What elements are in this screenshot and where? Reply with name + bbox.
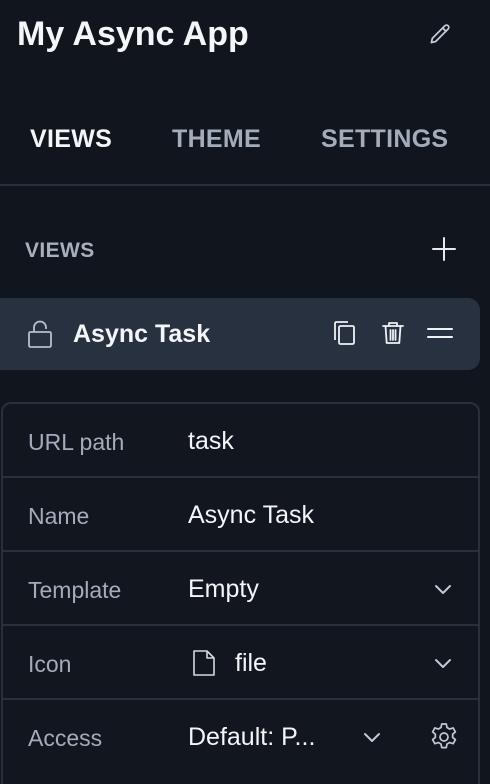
- views-section-header: VIEWS: [0, 228, 490, 272]
- url-path-field[interactable]: task: [188, 426, 234, 456]
- url-path-label: URL path: [28, 429, 125, 455]
- view-item-async-task[interactable]: Async Task: [0, 298, 480, 370]
- drag-handle-icon: [427, 328, 453, 338]
- drag-handle[interactable]: [423, 316, 457, 350]
- delete-view-button[interactable]: [376, 316, 410, 350]
- chevron-down-icon[interactable]: [430, 576, 456, 602]
- name-label: Name: [28, 503, 90, 529]
- access-select[interactable]: Default: P...: [188, 722, 315, 752]
- pencil-icon: [430, 24, 450, 44]
- trash-icon: [382, 322, 404, 344]
- gear-icon: [431, 723, 457, 749]
- tab-theme[interactable]: THEME: [172, 122, 261, 156]
- edit-app-name-button[interactable]: [424, 19, 456, 51]
- copy-icon: [334, 321, 355, 345]
- name-field[interactable]: Async Task: [188, 500, 314, 530]
- property-row-url-path: URL path task: [3, 404, 478, 478]
- chevron-down-icon[interactable]: [430, 650, 456, 676]
- icon-label: Icon: [28, 651, 72, 677]
- view-properties-panel: URL path task Name Async Task Template E…: [1, 402, 480, 784]
- chevron-down-icon[interactable]: [359, 724, 385, 750]
- property-row-access: Access Default: P...: [3, 700, 478, 774]
- tab-bar: VIEWS THEME SETTINGS: [0, 108, 490, 186]
- tab-views[interactable]: VIEWS: [30, 122, 112, 156]
- property-row-template: Template Empty: [3, 552, 478, 626]
- template-label: Template: [28, 577, 122, 603]
- property-row-name: Name Async Task: [3, 478, 478, 552]
- views-section-title: VIEWS: [25, 239, 95, 262]
- add-view-button[interactable]: [427, 232, 461, 266]
- tab-settings[interactable]: SETTINGS: [321, 122, 448, 156]
- icon-select[interactable]: file: [235, 648, 267, 678]
- access-settings-button[interactable]: [426, 719, 462, 755]
- header: My Async App: [0, 0, 490, 72]
- file-icon: [193, 650, 215, 676]
- property-row-icon: Icon file: [3, 626, 478, 700]
- lock-icon: [28, 320, 52, 348]
- plus-icon: [432, 237, 456, 261]
- app-title: My Async App: [17, 15, 249, 53]
- template-select[interactable]: Empty: [188, 574, 259, 604]
- app-panel: My Async App VIEWS THEME SETTINGS VIEWS …: [0, 0, 490, 784]
- access-label: Access: [28, 725, 103, 751]
- duplicate-view-button[interactable]: [327, 316, 361, 350]
- view-item-label: Async Task: [73, 320, 211, 348]
